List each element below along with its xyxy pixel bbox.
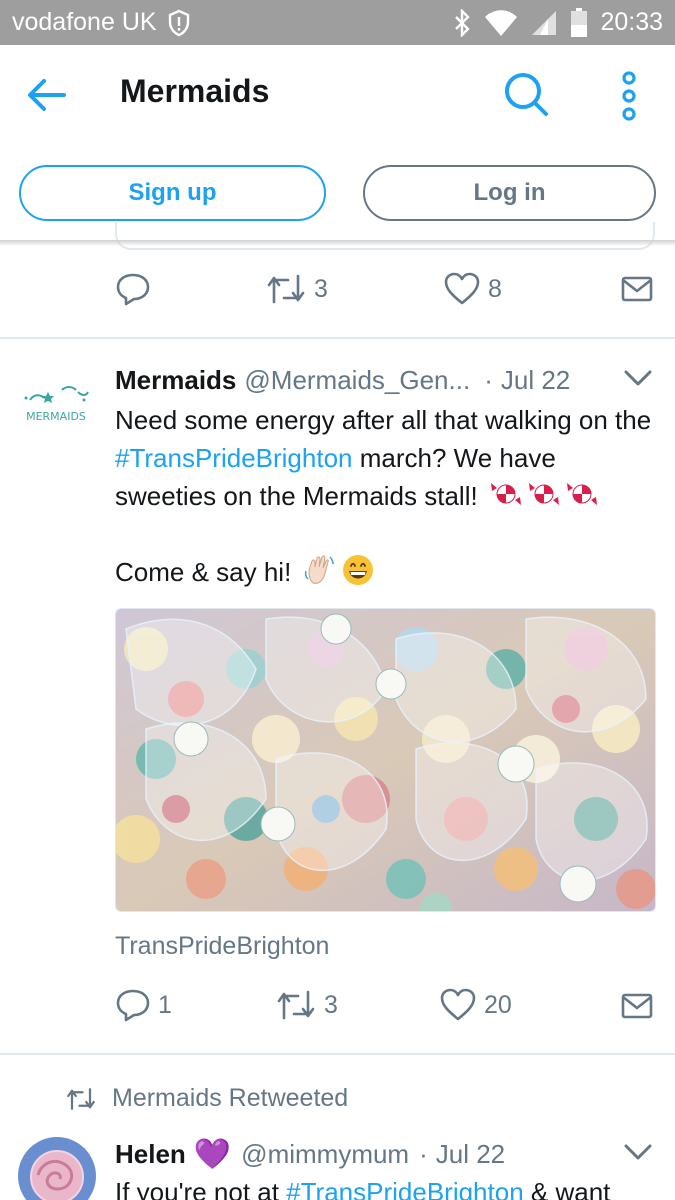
heart-icon [440,988,476,1021]
battery-icon [571,7,588,37]
retweet-button[interactable]: 3 [266,272,328,306]
waving-hand-emoji [304,554,334,584]
shield-icon [168,9,189,36]
reply-count: 1 [158,990,172,1019]
grinning-face-emoji [342,554,373,585]
status-icons: 20:33 [452,7,663,38]
bluetooth-icon [455,8,471,37]
carrier-group: vodafone UK [12,8,191,37]
purple-heart-emoji: 💜 [193,1137,232,1171]
retweet-count: 3 [324,990,338,1019]
tweet-divider [0,1053,675,1055]
wifi-icon [485,9,518,36]
app-bar: Mermaids [0,45,675,145]
retweeted-label: Mermaids Retweeted [66,1084,348,1113]
tweet-text-part: If you're not at [115,1177,287,1200]
back-button[interactable] [24,75,68,115]
tweet-header: Mermaids @Mermaids_Gen... · Jul 22 [115,362,660,398]
hashtag-link[interactable]: #TransPrideBrighton [286,1177,524,1200]
carrier-name: vodafone UK [12,8,157,36]
envelope-icon [621,993,653,1019]
tweet-text: If you're not at #TransPrideBrighton & w… [115,1174,660,1200]
reply-icon [116,273,150,306]
tweet-text-line2: Come & say hi! [115,556,292,587]
like-count: 8 [488,274,502,303]
more-vertical-icon [622,71,636,121]
chevron-down-icon [624,1144,652,1160]
author-name[interactable]: Helen [115,1139,186,1170]
header-shadow [0,240,675,246]
hashtag-caption-link[interactable]: TransPrideBrighton [115,932,329,961]
like-button[interactable]: 20 [440,988,512,1022]
candy-emoji [528,483,559,505]
author-handle[interactable]: @mimmymum [241,1139,409,1170]
more-options-button[interactable] [612,69,646,123]
heart-icon [444,272,480,305]
retweet-count: 3 [314,274,328,303]
rose-avatar-image [18,1137,96,1200]
signal-icon [532,10,557,35]
search-icon [505,73,548,116]
mermaids-logo: MERMAIDS [24,386,89,423]
reply-button[interactable] [116,272,150,306]
back-arrow-icon [28,79,66,111]
clock: 20:33 [600,8,663,36]
tweet-text: Need some energy after all that walking … [115,402,660,591]
status-bar: vodafone UK 20:33 [0,0,675,45]
tweet-date[interactable]: Jul 22 [501,365,570,396]
retweet-button[interactable]: 3 [276,988,338,1022]
direct-message-button[interactable] [621,275,653,303]
separator-dot: · [484,364,493,395]
avatar[interactable] [18,1137,96,1200]
tweet-text-part: Need some energy after all that walking … [115,405,652,435]
separator-dot: · [419,1138,428,1169]
retweet-header: Helen 💜 @mimmymum · Jul 22 [115,1136,660,1172]
retweet-icon [277,990,315,1020]
sweets-bags-photo [116,609,655,911]
sign-up-button[interactable]: Sign up [19,165,326,221]
author-handle[interactable]: @Mermaids_Gen... [244,365,470,396]
tweet-date[interactable]: Jul 22 [436,1139,505,1170]
envelope-icon [621,276,653,302]
tweet-menu-button[interactable] [622,366,654,390]
candy-emoji [490,483,521,505]
logo-text: MERMAIDS [26,410,86,423]
tweet-menu-button[interactable] [622,1140,654,1164]
reply-button[interactable]: 1 [116,988,172,1022]
tweet-divider [0,337,675,339]
retweeted-by-text[interactable]: Mermaids Retweeted [112,1084,348,1113]
chevron-down-icon [624,370,652,386]
retweet-icon [267,274,305,304]
search-button[interactable] [500,69,552,121]
like-button[interactable]: 8 [444,272,502,306]
hashtag-link[interactable]: #TransPrideBrighton [115,443,353,473]
like-count: 20 [484,990,512,1019]
candy-emoji [566,483,597,505]
page-title: Mermaids [120,73,270,109]
tweet-image[interactable] [115,608,656,912]
retweet-icon [67,1087,95,1110]
direct-message-button[interactable] [621,992,653,1020]
reply-icon [116,989,150,1022]
log-in-button[interactable]: Log in [363,165,656,221]
tweet-text-part: & want [523,1177,611,1200]
avatar[interactable]: MERMAIDS [20,378,92,430]
author-name[interactable]: Mermaids [115,365,236,396]
